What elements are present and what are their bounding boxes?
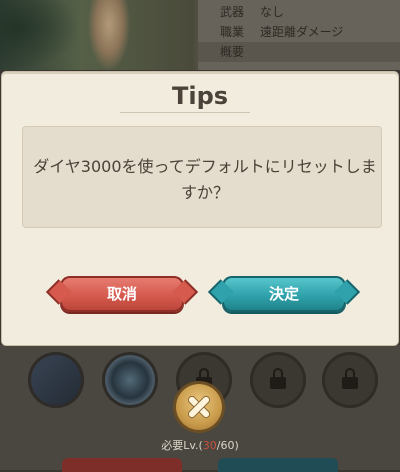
lock-icon xyxy=(342,368,358,389)
confirm-button[interactable]: 決定 xyxy=(222,276,346,312)
cancel-button[interactable]: 取消 xyxy=(60,276,184,312)
dialog-title: Tips xyxy=(171,82,229,110)
dialog-message: ダイヤ3000を使ってデフォルトにリセットしますか？ xyxy=(33,157,377,202)
required-level-suffix: /60) xyxy=(216,439,239,452)
required-level-prefix: 必要Lv.( xyxy=(161,439,203,452)
required-level-label: 必要Lv.(30/60) xyxy=(0,437,400,453)
skill-slot[interactable] xyxy=(102,352,158,408)
cancel-button-label: 取消 xyxy=(106,285,137,303)
info-value: なし xyxy=(260,5,285,19)
info-key: 概要 xyxy=(220,45,245,59)
confirm-button-label: 決定 xyxy=(268,285,299,303)
info-row-weapon: 武器 なし xyxy=(198,2,400,22)
skill-slot[interactable] xyxy=(28,352,84,408)
required-level-current: 30 xyxy=(202,439,217,452)
character-portrait xyxy=(88,0,130,70)
character-info-panel: 武器 なし 職業 遠距離ダメージ 概要 xyxy=(198,0,400,70)
info-key: 武器 xyxy=(220,5,245,19)
info-value: 遠距離ダメージ xyxy=(260,25,344,39)
info-row-class: 職業 遠距離ダメージ xyxy=(198,22,400,42)
lock-icon xyxy=(270,368,286,389)
close-button[interactable] xyxy=(176,384,222,430)
title-divider xyxy=(120,112,250,113)
skill-slot-locked[interactable] xyxy=(250,352,306,408)
tree-decoration xyxy=(0,0,80,70)
info-row-summary: 概要 xyxy=(198,42,400,62)
skill-slot-locked[interactable] xyxy=(322,352,378,408)
info-key: 職業 xyxy=(220,25,245,39)
